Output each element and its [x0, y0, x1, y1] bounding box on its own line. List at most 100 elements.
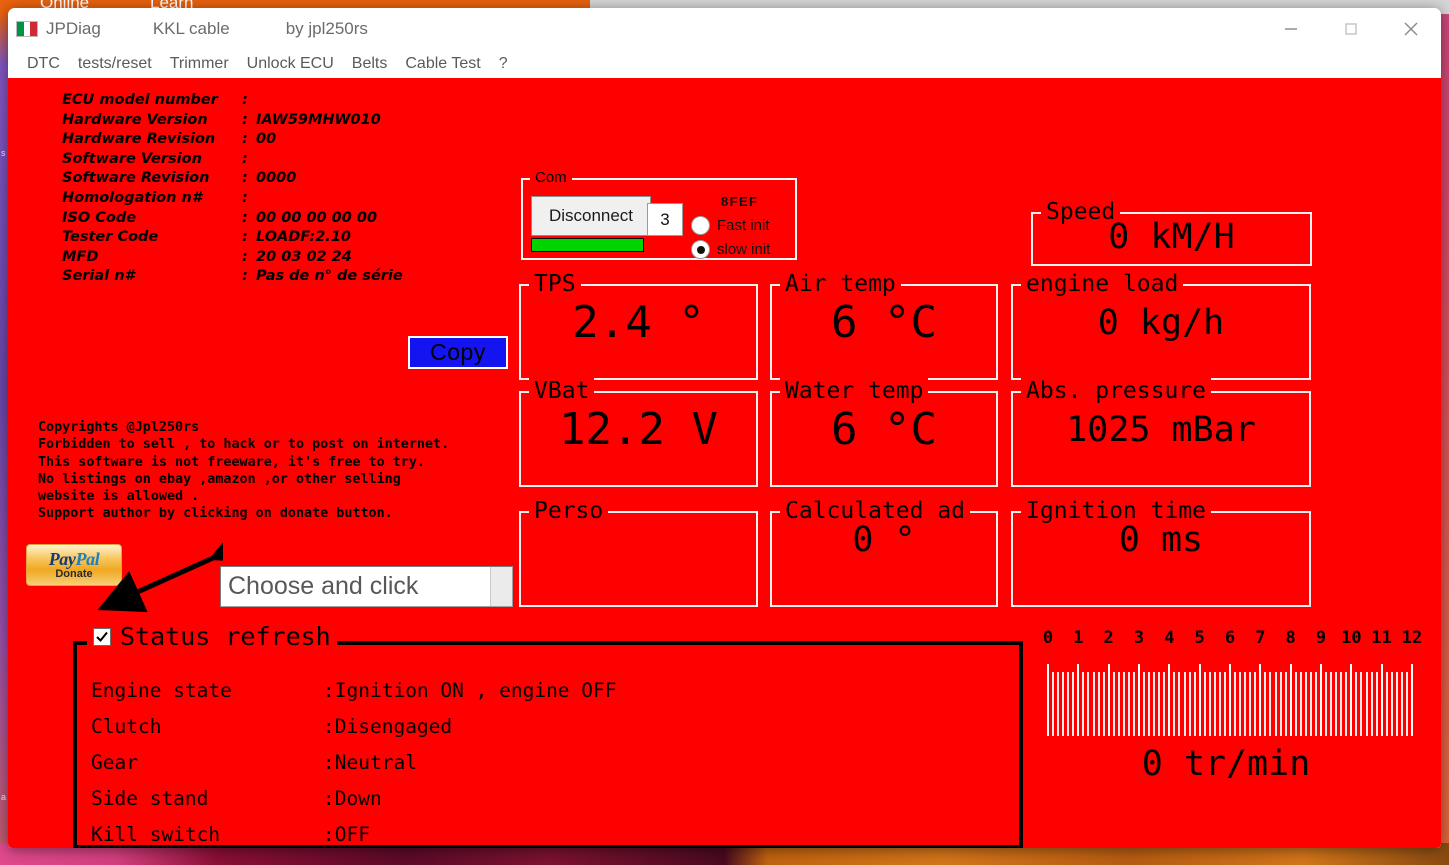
status-sep: :	[323, 709, 335, 745]
client-area: ECU model number : Hardware Version : IA…	[8, 78, 1441, 848]
ecu-label-hardware-revision: Hardware Revision	[62, 130, 242, 150]
rpm-tick	[1320, 664, 1322, 736]
com-protocol-label: 8FEF	[721, 194, 758, 209]
radio-slow-init-dot[interactable]	[691, 240, 710, 259]
minimize-button[interactable]	[1261, 8, 1321, 50]
rpm-bar-graph	[1038, 658, 1422, 736]
choose-and-click-value: Choose and click	[221, 572, 418, 601]
rpm-tick-label: 5	[1195, 628, 1205, 648]
menu-item-cable-test[interactable]: Cable Test	[396, 53, 489, 75]
ecu-sep: :	[242, 228, 256, 248]
status-refresh-toggle[interactable]: Status refresh	[87, 623, 337, 651]
rpm-tick	[1128, 672, 1130, 736]
rpm-tick	[1229, 664, 1231, 736]
status-value-side-stand: Down	[335, 781, 382, 817]
rpm-tick	[1047, 664, 1049, 736]
gauge-tps-title: TPS	[529, 271, 581, 297]
ecu-value-iso-code: 00 00 00 00 00	[256, 209, 377, 229]
choose-and-click-combobox[interactable]: Choose and click	[220, 566, 513, 607]
radio-slow-init[interactable]: slow init	[691, 240, 770, 259]
rpm-tick	[1103, 672, 1105, 736]
copy-button[interactable]: Copy	[408, 336, 508, 369]
rpm-tick-label: 6	[1225, 628, 1235, 648]
gauge-abs-pressure-value: 1025 mBar	[1013, 409, 1309, 451]
status-row-kill-switch: Kill switch : OFF	[91, 817, 617, 848]
status-refresh-checkbox[interactable]	[93, 628, 111, 646]
ecu-label-hardware-version: Hardware Version	[62, 111, 242, 131]
radio-fast-init-dot[interactable]	[691, 216, 710, 235]
ecu-label-software-version: Software Version	[62, 150, 242, 170]
rpm-tick	[1264, 672, 1266, 736]
status-key-gear: Gear	[91, 745, 323, 781]
gauge-calculated-ad-value: 0 °	[772, 519, 996, 561]
rpm-tick	[1224, 672, 1226, 736]
rpm-tick	[1082, 672, 1084, 736]
status-panel: Status refresh Engine state : Ignition O…	[73, 641, 1023, 848]
rpm-tick-label: 7	[1255, 628, 1265, 648]
com-port-input[interactable]: 3	[647, 203, 683, 236]
rpm-tick	[1062, 672, 1064, 736]
com-group-title: Com	[530, 169, 572, 186]
ecu-sep: :	[242, 189, 256, 209]
menu-item-help[interactable]: ?	[490, 53, 517, 75]
gauge-ignition-time-value: 0 ms	[1013, 519, 1309, 561]
ecu-sep: :	[242, 248, 256, 268]
com-group: Com Disconnect 3 8FEF Fast init slow ini…	[521, 178, 797, 260]
ecu-value-serial: Pas de n° de série	[256, 267, 403, 287]
rpm-tick	[1259, 664, 1261, 736]
ecu-sep: :	[242, 91, 256, 111]
gauge-water-temp-value: 6 °C	[772, 405, 996, 455]
rpm-tick	[1153, 672, 1155, 736]
gauge-tps: TPS 2.4 °	[519, 284, 758, 380]
ecu-value-mfd: 20 03 02 24	[256, 248, 352, 268]
menu-item-trimmer[interactable]: Trimmer	[161, 53, 238, 75]
maximize-button[interactable]	[1321, 8, 1381, 50]
window-controls	[1261, 8, 1441, 50]
copyright-text: Copyrights @Jpl250rs Forbidden to sell ,…	[38, 419, 449, 523]
status-key-kill-switch: Kill switch	[91, 817, 323, 848]
rpm-tick	[1178, 672, 1180, 736]
rpm-tick	[1087, 672, 1089, 736]
ecu-label-serial: Serial n#	[62, 267, 242, 287]
gauge-engine-load: engine load 0 kg/h	[1011, 284, 1311, 380]
rpm-tick	[1290, 664, 1292, 736]
rpm-tick	[1396, 672, 1398, 736]
rpm-tick	[1401, 672, 1403, 736]
status-rows: Engine state : Ignition ON , engine OFF …	[91, 673, 617, 848]
rpm-tick	[1366, 672, 1368, 736]
gauge-vbat-value: 12.2 V	[521, 405, 756, 455]
ecu-sep: :	[242, 111, 256, 131]
rpm-tick	[1239, 672, 1241, 736]
status-value-clutch: Disengaged	[335, 709, 452, 745]
rpm-tick-label: 1	[1073, 628, 1083, 648]
rpm-tick	[1093, 672, 1095, 736]
disconnect-button[interactable]: Disconnect	[531, 196, 651, 236]
ecu-row: Software Version :	[62, 150, 403, 170]
close-button[interactable]	[1381, 8, 1441, 50]
desktop-edge-icon-2: a	[1, 792, 6, 802]
menu-item-belts[interactable]: Belts	[343, 53, 397, 75]
chevron-down-icon[interactable]	[490, 567, 512, 606]
rpm-tick	[1300, 672, 1302, 736]
ecu-value-hardware-version: IAW59MHW010	[256, 111, 381, 131]
rpm-readout: 0 tr/min	[1038, 744, 1438, 784]
menu-item-dtc[interactable]: DTC	[18, 53, 69, 75]
radio-fast-init[interactable]: Fast init	[691, 216, 770, 235]
rpm-tick	[1340, 672, 1342, 736]
gauge-air-temp: Air temp 6 °C	[770, 284, 998, 380]
rpm-tick	[1275, 672, 1277, 736]
desktop-edge-icon-1: s	[1, 148, 6, 158]
gauge-air-temp-value: 6 °C	[772, 298, 996, 348]
menu-item-tests-reset[interactable]: tests/reset	[69, 53, 161, 75]
rpm-tick	[1406, 672, 1408, 736]
rpm-tick	[1305, 672, 1307, 736]
paypal-brand-pay: Pay	[49, 549, 76, 569]
rpm-tick-label: 8	[1286, 628, 1296, 648]
menu-item-unlock-ecu[interactable]: Unlock ECU	[238, 53, 343, 75]
rpm-tick-label: 3	[1134, 628, 1144, 648]
rpm-tick	[1330, 672, 1332, 736]
rpm-tick	[1381, 664, 1383, 736]
gauge-calculated-ad: Calculated ad 0 °	[770, 511, 998, 607]
gauge-perso: Perso	[519, 511, 758, 607]
rpm-tick	[1386, 672, 1388, 736]
